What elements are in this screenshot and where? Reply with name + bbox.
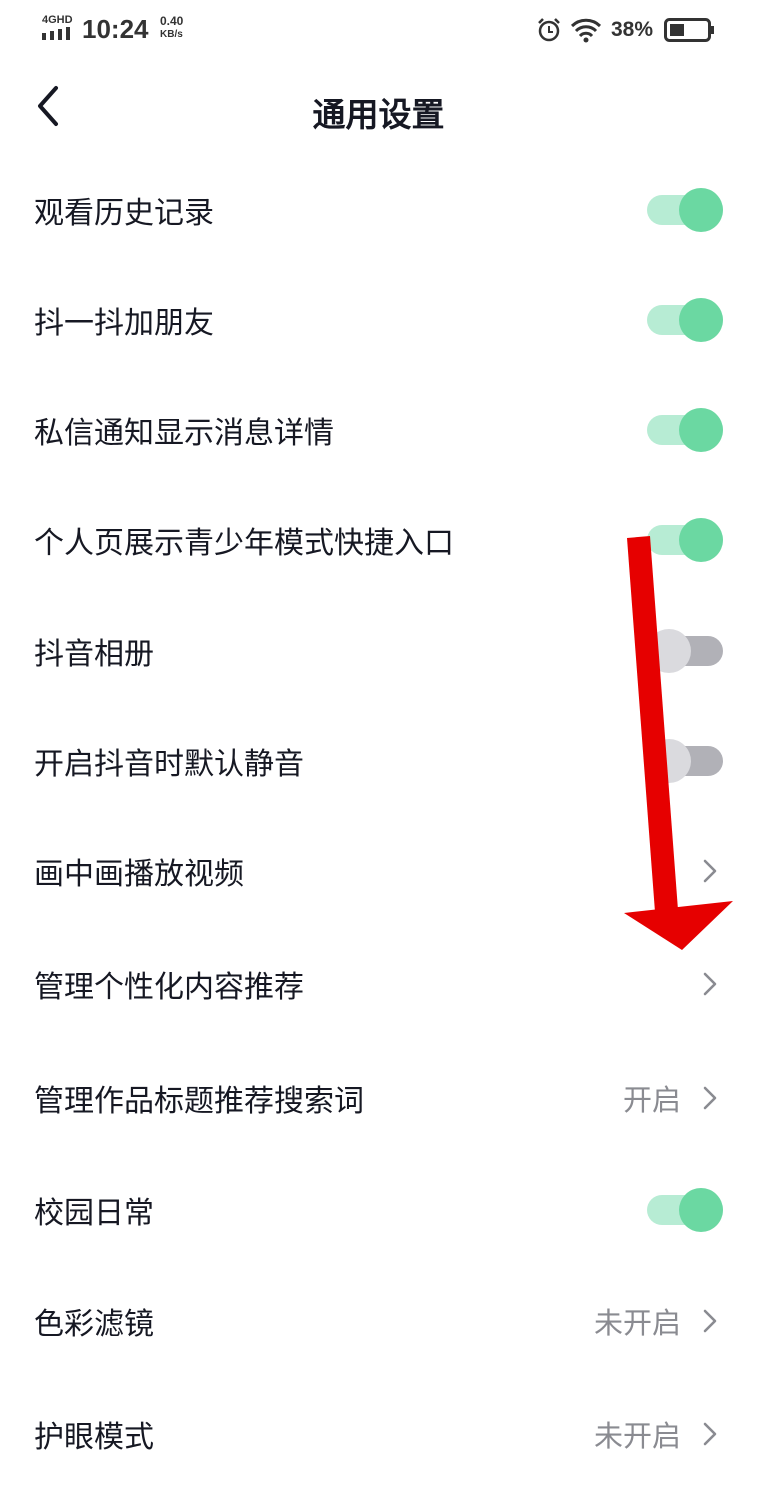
annotation-arrow xyxy=(624,536,733,950)
